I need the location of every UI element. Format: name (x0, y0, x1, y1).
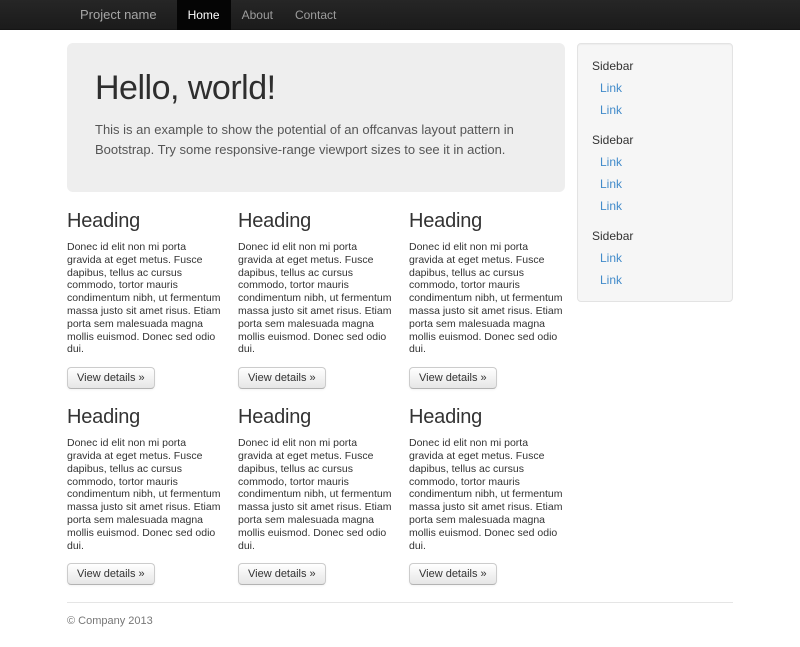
jumbotron-title: Hello, world! (95, 69, 537, 108)
card-heading: Heading (409, 406, 564, 429)
sidebar-column: Sidebar Link Link Sidebar Link Link Link… (577, 43, 733, 602)
view-details-button[interactable]: View details » (238, 563, 326, 585)
jumbotron-text: This is an example to show the potential… (95, 120, 537, 160)
card-body: Donec id elit non mi porta gravida at eg… (409, 437, 564, 552)
card: Heading Donec id elit non mi porta gravi… (238, 406, 393, 585)
sidebar-group: Sidebar Link Link (592, 54, 718, 121)
card-body: Donec id elit non mi porta gravida at eg… (238, 241, 393, 356)
card-body: Donec id elit non mi porta gravida at eg… (67, 241, 222, 356)
navbar-brand[interactable]: Project name (67, 0, 177, 30)
sidebar: Sidebar Link Link Sidebar Link Link Link… (577, 43, 733, 302)
card: Heading Donec id elit non mi porta gravi… (238, 210, 393, 389)
sidebar-group-heading: Sidebar (592, 224, 718, 247)
view-details-button[interactable]: View details » (67, 563, 155, 585)
card: Heading Donec id elit non mi porta gravi… (409, 210, 564, 389)
sidebar-group: Sidebar Link Link (592, 224, 718, 291)
card-heading: Heading (238, 406, 393, 429)
sidebar-link[interactable]: Link (592, 99, 718, 121)
card-heading: Heading (409, 210, 564, 233)
sidebar-group-heading: Sidebar (592, 54, 718, 77)
footer: © Company 2013 (67, 602, 733, 647)
navbar: Project name Home About Contact (0, 0, 800, 30)
copyright-text: © Company 2013 (67, 615, 733, 627)
view-details-button[interactable]: View details » (238, 367, 326, 389)
sidebar-group-heading: Sidebar (592, 128, 718, 151)
view-details-button[interactable]: View details » (67, 367, 155, 389)
sidebar-link[interactable]: Link (592, 77, 718, 99)
nav-item-contact[interactable]: Contact (284, 0, 347, 30)
sidebar-group: Sidebar Link Link Link (592, 128, 718, 217)
navbar-container: Project name Home About Contact (67, 0, 733, 30)
card: Heading Donec id elit non mi porta gravi… (67, 406, 222, 585)
sidebar-link[interactable]: Link (592, 173, 718, 195)
content-area: Hello, world! This is an example to show… (67, 43, 733, 602)
sidebar-link[interactable]: Link (592, 247, 718, 269)
card: Heading Donec id elit non mi porta gravi… (409, 406, 564, 585)
cards-row-1: Heading Donec id elit non mi porta gravi… (67, 210, 565, 389)
sidebar-link[interactable]: Link (592, 151, 718, 173)
card-heading: Heading (67, 406, 222, 429)
main-column: Hello, world! This is an example to show… (67, 43, 565, 602)
sidebar-link[interactable]: Link (592, 195, 718, 217)
card-body: Donec id elit non mi porta gravida at eg… (67, 437, 222, 552)
jumbotron: Hello, world! This is an example to show… (67, 43, 565, 192)
view-details-button[interactable]: View details » (409, 563, 497, 585)
sidebar-link[interactable]: Link (592, 269, 718, 291)
card: Heading Donec id elit non mi porta gravi… (67, 210, 222, 389)
nav-item-about[interactable]: About (231, 0, 284, 30)
card-body: Donec id elit non mi porta gravida at eg… (238, 437, 393, 552)
view-details-button[interactable]: View details » (409, 367, 497, 389)
card-heading: Heading (238, 210, 393, 233)
card-body: Donec id elit non mi porta gravida at eg… (409, 241, 564, 356)
navbar-menu: Home About Contact (177, 0, 348, 30)
cards-row-2: Heading Donec id elit non mi porta gravi… (67, 406, 565, 585)
nav-item-home[interactable]: Home (177, 0, 231, 30)
card-heading: Heading (67, 210, 222, 233)
